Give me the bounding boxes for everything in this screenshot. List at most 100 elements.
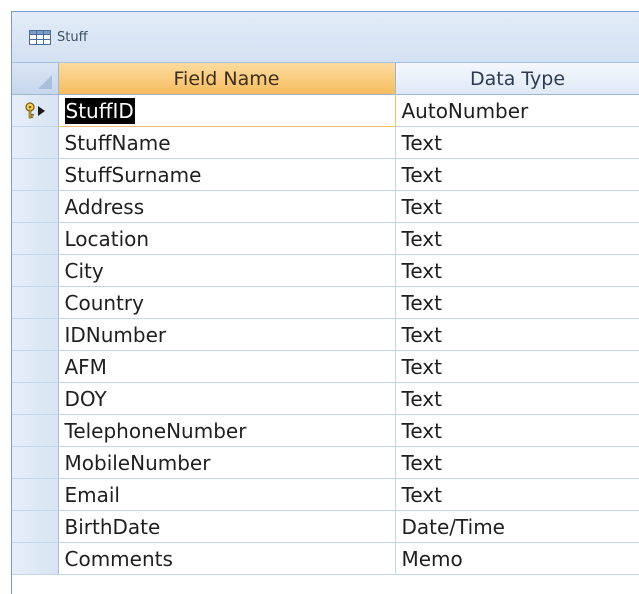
data-type-cell[interactable]: Date/Time	[395, 510, 639, 543]
field-name-cell[interactable]: Country	[58, 286, 396, 319]
field-name-text: DOY	[64, 386, 107, 411]
table-row[interactable]: IDNumber Text	[12, 318, 639, 351]
data-type-cell[interactable]: Text	[395, 318, 639, 351]
table-row[interactable]: Address Text	[12, 190, 639, 223]
field-name-text: StuffSurname	[64, 162, 202, 187]
field-name-cell[interactable]: AFM	[58, 350, 396, 383]
document-title: Stuff	[57, 30, 88, 45]
data-type-text: AutoNumber	[401, 98, 529, 123]
field-name-text: Location	[64, 226, 150, 251]
table-row[interactable]: StuffID AutoNumber	[12, 94, 639, 127]
field-name-cell[interactable]: Email	[58, 478, 396, 511]
field-grid: Field Name Data Type StuffID AutoNumber St…	[12, 63, 639, 575]
table-row[interactable]: BirthDate Date/Time	[12, 510, 639, 543]
field-name-text: City	[64, 258, 104, 283]
row-selector[interactable]	[12, 254, 59, 287]
field-name-text: StuffName	[64, 130, 171, 155]
row-selector[interactable]	[12, 318, 59, 351]
row-selector[interactable]	[12, 286, 59, 319]
table-row[interactable]: Location Text	[12, 222, 639, 255]
data-type-cell[interactable]: Text	[395, 222, 639, 255]
field-name-text: TelephoneNumber	[64, 418, 247, 443]
table-row[interactable]: Country Text	[12, 286, 639, 319]
field-name-cell[interactable]: BirthDate	[58, 510, 396, 543]
row-selector[interactable]	[12, 190, 59, 223]
field-name-text: Comments	[64, 546, 173, 571]
field-name-cell[interactable]: StuffID	[57, 94, 396, 127]
field-name-cell[interactable]: MobileNumber	[58, 446, 396, 479]
data-type-text: Text	[401, 290, 442, 315]
data-type-cell[interactable]: Text	[395, 350, 639, 383]
row-selector[interactable]	[12, 446, 59, 479]
field-name-cell[interactable]: City	[58, 254, 396, 287]
primary-key-icon	[25, 102, 45, 119]
data-type-cell[interactable]: Text	[395, 254, 639, 287]
field-name-cell[interactable]: Address	[58, 190, 396, 223]
field-name-text: Email	[64, 482, 121, 507]
data-type-cell[interactable]: Text	[395, 286, 639, 319]
data-type-cell[interactable]: Text	[395, 158, 639, 191]
data-type-text: Text	[401, 354, 442, 379]
table-row[interactable]: MobileNumber Text	[12, 446, 639, 479]
field-name-cell[interactable]: StuffSurname	[58, 158, 396, 191]
row-selector[interactable]	[12, 382, 59, 415]
data-type-cell[interactable]: Text	[395, 382, 639, 415]
field-name-cell[interactable]: StuffName	[58, 126, 396, 159]
data-type-cell[interactable]: Text	[395, 414, 639, 447]
data-type-cell[interactable]: AutoNumber	[395, 94, 639, 127]
row-selector[interactable]	[12, 510, 59, 543]
data-type-cell[interactable]: Text	[395, 190, 639, 223]
data-type-text: Text	[401, 450, 442, 475]
table-row[interactable]: AFM Text	[12, 350, 639, 383]
field-name-cell[interactable]: IDNumber	[58, 318, 396, 351]
data-type-text: Text	[401, 386, 442, 411]
data-type-text: Text	[401, 482, 442, 507]
row-selector[interactable]	[12, 126, 59, 159]
field-name-text: Address	[64, 194, 145, 219]
data-type-text: Text	[401, 130, 442, 155]
field-name-cell[interactable]: Location	[58, 222, 396, 255]
table-row[interactable]: DOY Text	[12, 382, 639, 415]
field-name-text: BirthDate	[64, 514, 161, 539]
table-row[interactable]: Comments Memo	[12, 542, 639, 575]
data-type-text: Text	[401, 418, 442, 443]
row-selector[interactable]	[12, 542, 59, 575]
field-rows: StuffID AutoNumber StuffName Text StuffSurna…	[12, 94, 639, 575]
row-selector[interactable]	[12, 414, 59, 447]
data-type-text: Text	[401, 226, 442, 251]
column-header-field-name[interactable]: Field Name	[58, 63, 396, 95]
field-name-text: StuffID	[64, 97, 135, 124]
field-name-cell[interactable]: DOY	[58, 382, 396, 415]
field-name-text: Country	[64, 290, 144, 315]
table-design-window: Stuff Field Name Data Type StuffID AutoNu…	[11, 11, 639, 594]
row-selector[interactable]	[12, 350, 59, 383]
column-header-data-type[interactable]: Data Type	[395, 63, 639, 95]
row-selector[interactable]	[12, 478, 59, 511]
current-row-arrow-icon	[38, 106, 45, 116]
data-type-text: Date/Time	[401, 514, 506, 539]
table-row[interactable]: City Text	[12, 254, 639, 287]
datasheet-table-icon	[29, 30, 51, 45]
table-row[interactable]: StuffSurname Text	[12, 158, 639, 191]
field-name-text: AFM	[64, 354, 107, 379]
table-row[interactable]: TelephoneNumber Text	[12, 414, 639, 447]
field-name-cell[interactable]: Comments	[58, 542, 396, 575]
field-name-cell[interactable]: TelephoneNumber	[58, 414, 396, 447]
select-all-corner[interactable]	[12, 63, 59, 95]
data-type-cell[interactable]: Text	[395, 478, 639, 511]
row-selector[interactable]	[12, 222, 59, 255]
table-row[interactable]: Email Text	[12, 478, 639, 511]
data-type-text: Text	[401, 322, 442, 347]
data-type-cell[interactable]: Text	[395, 126, 639, 159]
field-name-text: IDNumber	[64, 322, 167, 347]
data-type-text: Text	[401, 162, 442, 187]
field-name-text: MobileNumber	[64, 450, 211, 475]
row-selector[interactable]	[12, 94, 59, 127]
data-type-text: Memo	[401, 546, 463, 571]
table-row[interactable]: StuffName Text	[12, 126, 639, 159]
row-selector[interactable]	[12, 158, 59, 191]
data-type-cell[interactable]: Text	[395, 446, 639, 479]
document-tab[interactable]: Stuff	[12, 12, 639, 63]
data-type-text: Text	[401, 194, 442, 219]
data-type-cell[interactable]: Memo	[395, 542, 639, 575]
